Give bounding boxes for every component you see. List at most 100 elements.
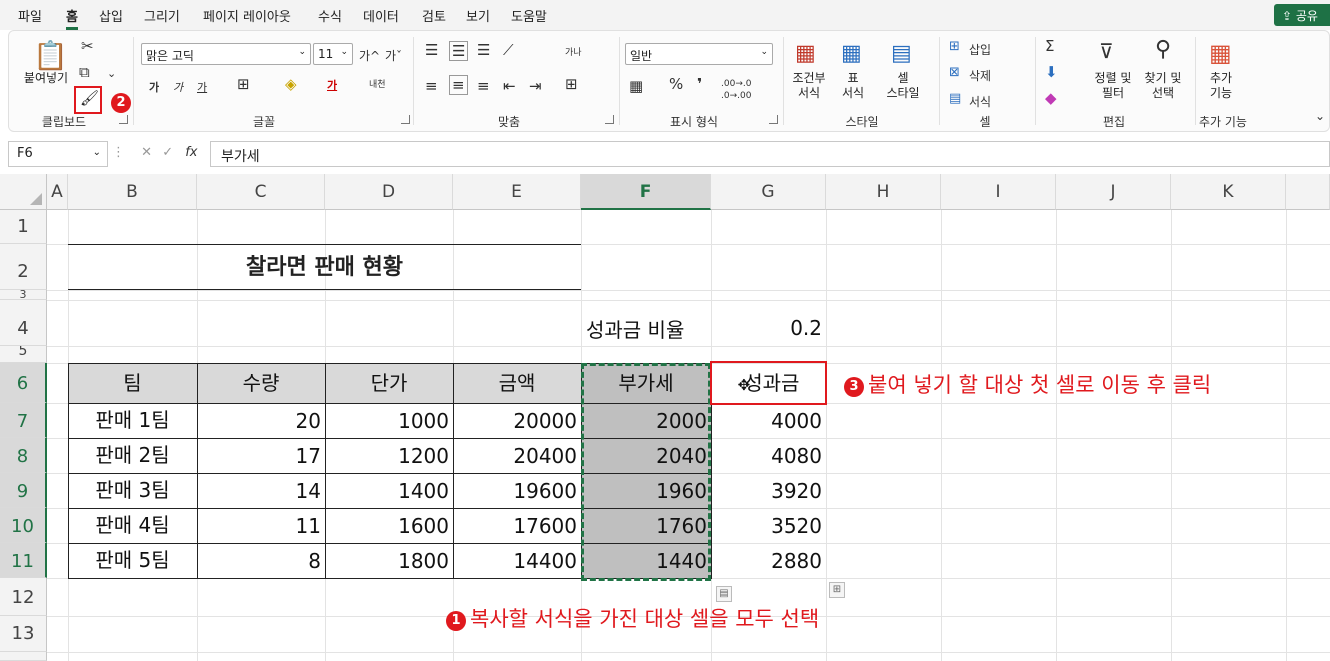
conditional-format-button[interactable]: 조건부 서식 xyxy=(787,71,831,101)
accounting-icon[interactable]: ▦ xyxy=(629,77,643,95)
copy-icon[interactable]: ⧉ xyxy=(79,63,90,81)
insert-cells-button[interactable]: 삽입 xyxy=(969,41,991,58)
header-team[interactable]: 팀 xyxy=(68,363,197,403)
decrease-decimal-icon[interactable]: .0→.00 xyxy=(721,91,751,101)
cell-team[interactable]: 판매 5팀 xyxy=(68,543,197,578)
cell-team[interactable]: 판매 1팀 xyxy=(68,403,197,438)
column-header-j[interactable]: J xyxy=(1056,174,1171,210)
column-header-c[interactable]: C xyxy=(197,174,325,210)
merge-center-icon[interactable]: ⊞ xyxy=(565,75,578,93)
row-header-7[interactable]: 7 xyxy=(0,403,47,438)
align-top-icon[interactable]: ☰ xyxy=(425,41,438,59)
sort-filter-button[interactable]: 정렬 및 필터 xyxy=(1089,71,1137,101)
row-header-9[interactable]: 9 xyxy=(0,473,47,508)
column-header-i[interactable]: I xyxy=(941,174,1056,210)
select-all-button[interactable] xyxy=(0,174,47,210)
header-unit-price[interactable]: 단가 xyxy=(325,363,453,403)
align-left-icon[interactable]: ≡ xyxy=(425,77,438,95)
number-launcher-icon[interactable] xyxy=(769,115,778,124)
tab-formulas[interactable]: 수식 xyxy=(318,6,342,25)
cell-unit-price[interactable]: 1200 xyxy=(325,438,453,473)
cell-styles-button[interactable]: 셀 스타일 xyxy=(877,71,929,101)
column-header-d[interactable]: D xyxy=(325,174,453,210)
format-painter-button[interactable]: 🖌 xyxy=(74,86,102,114)
cell-bonus[interactable]: 3520 xyxy=(711,508,826,543)
conditional-format-icon[interactable]: ▦ xyxy=(795,41,816,66)
format-as-table-icon[interactable]: ▦ xyxy=(841,41,862,66)
row-header-8[interactable]: 8 xyxy=(0,438,47,473)
column-header-g[interactable]: G xyxy=(711,174,826,210)
cell-bonus[interactable]: 4080 xyxy=(711,438,826,473)
tab-page-layout[interactable]: 페이지 레이아웃 xyxy=(203,6,291,25)
cell-team[interactable]: 판매 4팀 xyxy=(68,508,197,543)
grow-font-icon[interactable]: 가^ xyxy=(359,47,380,64)
cell-amount[interactable]: 17600 xyxy=(453,508,581,543)
wrap-text-icon[interactable]: 가나 xyxy=(565,45,582,58)
quick-analysis-icon[interactable]: ⊞ xyxy=(829,582,845,598)
column-header-h[interactable]: H xyxy=(826,174,941,210)
sort-filter-icon[interactable]: ⊽ xyxy=(1099,39,1114,63)
row-header-1[interactable]: 1 xyxy=(0,210,47,244)
cell-qty[interactable]: 14 xyxy=(197,473,325,508)
column-header-a[interactable]: A xyxy=(47,174,68,210)
font-color-icon[interactable]: 가 xyxy=(327,77,337,93)
row-header-14[interactable] xyxy=(0,652,47,661)
increase-indent-icon[interactable]: ⇥ xyxy=(529,77,542,95)
orientation-icon[interactable]: ⟋ xyxy=(503,41,514,59)
row-header-5[interactable]: 5 xyxy=(0,346,47,363)
align-bottom-icon[interactable]: ☰ xyxy=(477,41,490,59)
ratio-label[interactable]: 성과금 비율 xyxy=(586,314,684,343)
cell-unit-price[interactable]: 1400 xyxy=(325,473,453,508)
share-button[interactable]: ⇪ 공유 xyxy=(1274,4,1330,26)
cell-unit-price[interactable]: 1800 xyxy=(325,543,453,578)
header-qty[interactable]: 수량 xyxy=(197,363,325,403)
cell-amount[interactable]: 19600 xyxy=(453,473,581,508)
tab-home[interactable]: 홈 xyxy=(66,6,78,30)
tab-file[interactable]: 파일 xyxy=(18,6,42,25)
cell-unit-price[interactable]: 1000 xyxy=(325,403,453,438)
column-header-l[interactable] xyxy=(1286,174,1330,210)
tab-view[interactable]: 보기 xyxy=(466,6,490,25)
add-ins-button[interactable]: 추가 기능 xyxy=(1201,71,1241,101)
decrease-indent-icon[interactable]: ⇤ xyxy=(503,77,516,95)
fill-color-icon[interactable]: ◈ xyxy=(285,75,297,93)
alignment-launcher-icon[interactable] xyxy=(605,115,614,124)
row-header-12[interactable]: 12 xyxy=(0,578,47,616)
column-header-b[interactable]: B xyxy=(68,174,197,210)
row-header-11[interactable]: 11 xyxy=(0,543,47,578)
align-center-icon[interactable]: ≡ xyxy=(449,75,468,95)
format-cells-button[interactable]: 서식 xyxy=(969,93,991,110)
copy-dropdown-icon[interactable]: ⌄ xyxy=(107,67,116,80)
bold-icon[interactable]: 가 xyxy=(149,79,159,95)
column-header-k[interactable]: K xyxy=(1171,174,1286,210)
border-icon[interactable]: ⊞ xyxy=(237,75,250,93)
comma-icon[interactable]: ❜ xyxy=(697,75,702,93)
format-as-table-button[interactable]: 표 서식 xyxy=(833,71,873,101)
cell-amount[interactable]: 14400 xyxy=(453,543,581,578)
phonetic-icon[interactable]: 내천 xyxy=(369,77,386,90)
row-header-4[interactable]: 4 xyxy=(0,300,47,346)
tab-draw[interactable]: 그리기 xyxy=(144,6,180,25)
delete-cells-button[interactable]: 삭제 xyxy=(969,67,991,84)
ribbon-collapse-icon[interactable]: ⌄ xyxy=(1315,109,1325,123)
row-header-3[interactable]: 3 xyxy=(0,290,47,300)
cell-unit-price[interactable]: 1600 xyxy=(325,508,453,543)
row-header-6[interactable]: 6 xyxy=(0,363,47,403)
clear-icon[interactable]: ◆ xyxy=(1045,89,1057,107)
percent-icon[interactable]: % xyxy=(669,75,683,93)
format-cells-icon[interactable]: ▤ xyxy=(949,91,961,106)
name-box[interactable]: F6 ⌄ xyxy=(8,141,108,167)
autosum-icon[interactable]: Σ xyxy=(1045,37,1054,55)
row-header-13[interactable]: 13 xyxy=(0,616,47,652)
font-size-select[interactable]: 11 ⌄ xyxy=(313,43,353,65)
cancel-icon[interactable]: ✕ xyxy=(141,145,152,160)
column-header-e[interactable]: E xyxy=(453,174,581,210)
row-header-10[interactable]: 10 xyxy=(0,508,47,543)
cell-team[interactable]: 판매 2팀 xyxy=(68,438,197,473)
insert-function-icon[interactable]: fx xyxy=(185,145,197,160)
tab-review[interactable]: 검토 xyxy=(422,6,446,25)
cell-bonus[interactable]: 4000 xyxy=(711,403,826,438)
paste-options-icon[interactable]: ▤ xyxy=(716,586,732,602)
tab-data[interactable]: 데이터 xyxy=(363,6,399,25)
find-select-icon[interactable]: ⚲ xyxy=(1155,37,1171,62)
